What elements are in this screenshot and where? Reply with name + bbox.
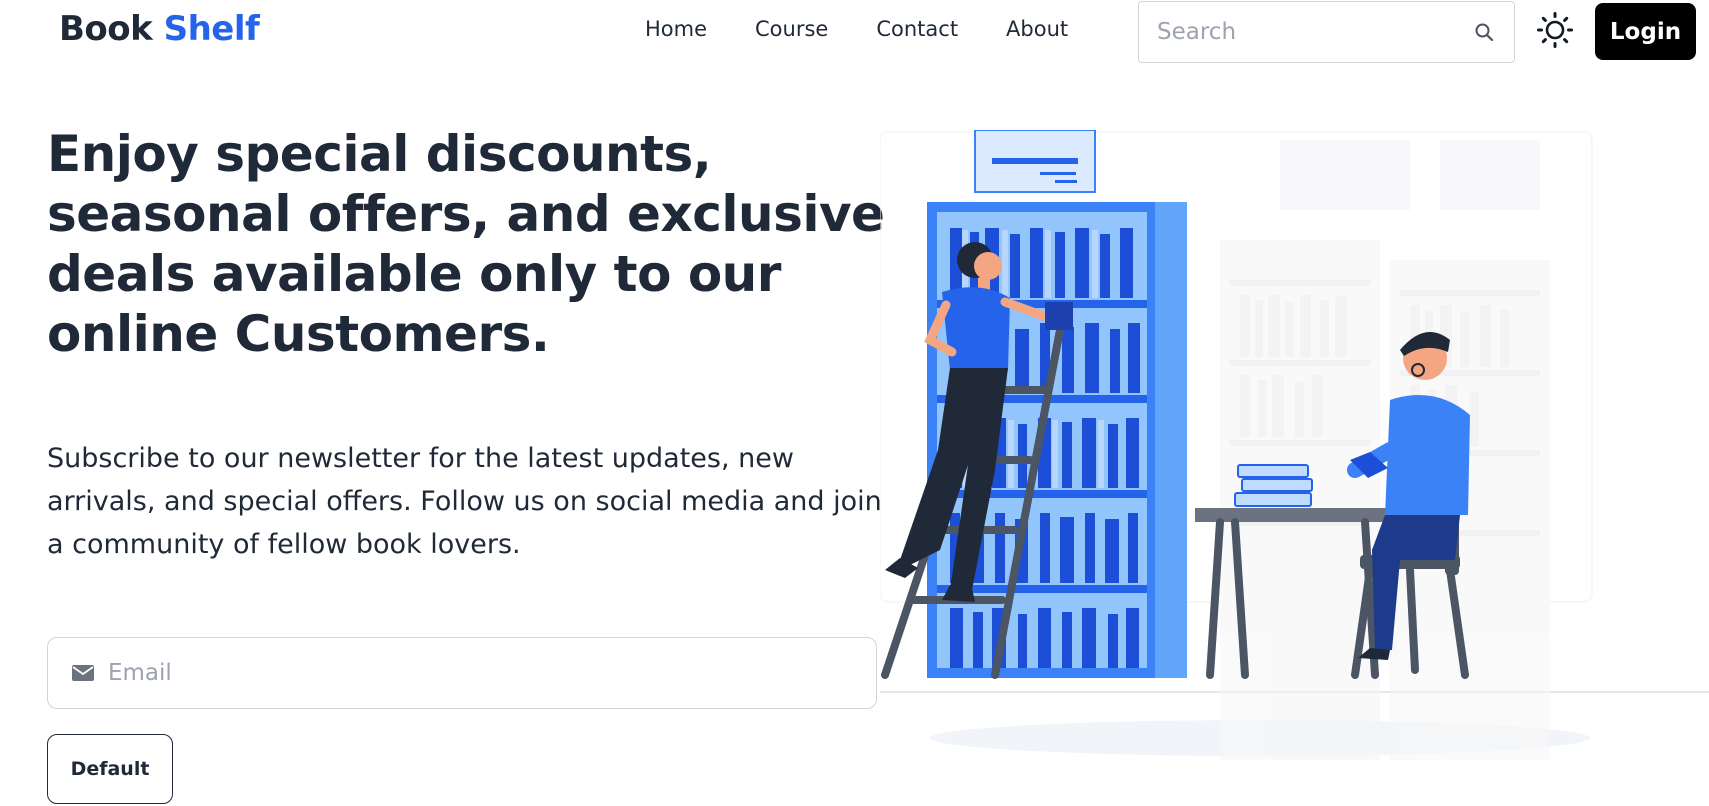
email-input[interactable] — [108, 660, 852, 686]
search-icon[interactable] — [1472, 20, 1496, 44]
navbar: Book Shelf Home Course Contact About Sea… — [0, 0, 1709, 63]
login-button[interactable]: Login — [1595, 3, 1696, 60]
brand-name-part2: Shelf — [163, 9, 260, 49]
nav-links: Home Course Contact About — [645, 17, 1116, 41]
hero-title: Enjoy special discounts, seasonal offers… — [47, 125, 885, 363]
brand-name-part1: Book — [59, 9, 153, 49]
mail-icon — [72, 664, 94, 682]
theme-toggle[interactable] — [1535, 12, 1575, 52]
nav-link-about[interactable]: About — [1006, 17, 1068, 41]
hero-description: Subscribe to our newsletter for the late… — [47, 443, 882, 560]
sun-icon — [1536, 11, 1574, 53]
brand-logo[interactable]: Book Shelf — [59, 9, 260, 49]
nav-link-contact[interactable]: Contact — [876, 17, 958, 41]
search-box — [1138, 1, 1515, 63]
email-field — [47, 637, 877, 709]
nav-link-course[interactable]: Course — [755, 17, 828, 41]
default-button[interactable]: Default — [47, 734, 173, 804]
search-input[interactable] — [1157, 19, 1472, 45]
library-illustration — [840, 129, 1709, 780]
nav-link-home[interactable]: Home — [645, 17, 707, 41]
